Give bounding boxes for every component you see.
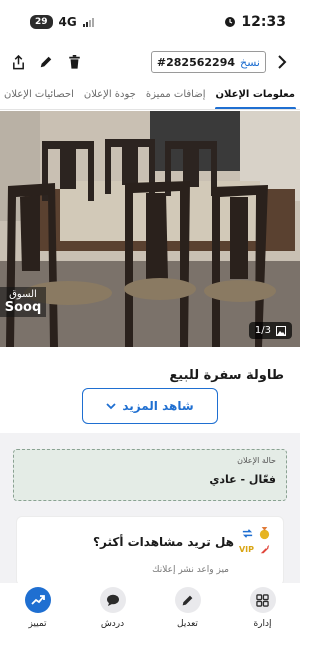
clock: 12:33 xyxy=(241,14,286,30)
toolbar-id-area: #282562294 نسخ xyxy=(150,51,290,73)
nav-manage[interactable]: إدارة xyxy=(233,587,293,629)
share-icon[interactable] xyxy=(10,54,26,70)
nav-chat[interactable]: دردش xyxy=(83,587,143,629)
watermark-latin: Sooq xyxy=(4,300,42,315)
delete-icon[interactable] xyxy=(66,54,82,70)
nav-edit[interactable]: تعديل xyxy=(158,587,218,629)
tab-ad-info[interactable]: معلومات الإعلان xyxy=(211,80,301,109)
promo-card[interactable]: VIP هل تريد مشاهدات أكثر؟ ميز واعد نشر إ… xyxy=(16,516,284,586)
image-icon xyxy=(276,325,286,336)
battery-indicator: 29 xyxy=(30,15,53,29)
promo-header: VIP هل تريد مشاهدات أكثر؟ xyxy=(29,527,271,556)
vip-badge: VIP xyxy=(238,545,254,554)
chevron-down-icon xyxy=(106,403,116,410)
ad-toolbar: #282562294 نسخ xyxy=(0,44,300,80)
toolbar-actions xyxy=(10,54,82,70)
ad-id: #282562294 xyxy=(156,55,236,69)
status-bar: 29 4G 12:33 xyxy=(0,0,300,44)
nav-chat-label: دردش xyxy=(100,619,125,629)
pencil-icon xyxy=(174,587,201,613)
grid-icon xyxy=(249,587,276,613)
rocket-icon xyxy=(260,544,270,554)
counter-text: 1/3 xyxy=(254,325,271,336)
ad-status-card: حالة الإعلان فعّال - عادي xyxy=(13,449,287,501)
tab-premium-addons[interactable]: إضافات مميزة xyxy=(141,80,211,109)
chat-icon xyxy=(99,587,126,613)
image-counter: 1/3 xyxy=(248,322,292,339)
status-indicators: 29 4G xyxy=(30,15,94,29)
promo-subtitle: ميز واعد نشر إعلانك xyxy=(152,565,229,575)
ad-id-box[interactable]: #282562294 نسخ xyxy=(150,51,266,73)
network-type: 4G xyxy=(58,15,77,29)
nav-edit-label: تعديل xyxy=(177,619,198,629)
nav-manage-label: إدارة xyxy=(253,619,272,629)
promo-icons: VIP xyxy=(238,527,271,556)
ad-title: طاولة سفرة للبيع xyxy=(169,368,284,383)
see-more-label: شاهد المزيد xyxy=(122,399,194,413)
nav-feature-label: تمييز xyxy=(28,619,47,629)
nav-feature[interactable]: تمييز xyxy=(8,587,68,629)
promo-title: هل تريد مشاهدات أكثر؟ xyxy=(93,534,234,549)
tab-ad-quality[interactable]: جودة الإعلان xyxy=(79,80,141,109)
status-time-group: 12:33 xyxy=(224,14,286,30)
ad-status-value: فعّال - عادي xyxy=(209,473,276,486)
repeat-icon xyxy=(242,529,253,538)
bottom-navigation: تمييز دردش تعديل إدارة xyxy=(0,583,300,652)
alarm-icon xyxy=(225,17,236,27)
trending-icon xyxy=(24,587,51,613)
edit-pencil-icon[interactable] xyxy=(38,54,54,70)
tab-ad-stats[interactable]: احصائيات الإعلان xyxy=(0,80,79,109)
back-arrow-icon[interactable] xyxy=(274,54,290,70)
copy-button[interactable]: نسخ xyxy=(240,56,260,69)
ad-status-label: حالة الإعلان xyxy=(237,456,276,465)
see-more-button[interactable]: شاهد المزيد xyxy=(82,388,218,424)
signal-icon xyxy=(82,17,94,27)
watermark-logo: السوق Sooq xyxy=(0,287,46,317)
image-gallery[interactable]: السوق Sooq 1/3 xyxy=(0,111,300,347)
medal-icon xyxy=(259,527,270,540)
ad-tabs: معلومات الإعلان إضافات مميزة جودة الإعلا… xyxy=(0,80,300,110)
watermark-arabic: السوق xyxy=(9,289,37,300)
